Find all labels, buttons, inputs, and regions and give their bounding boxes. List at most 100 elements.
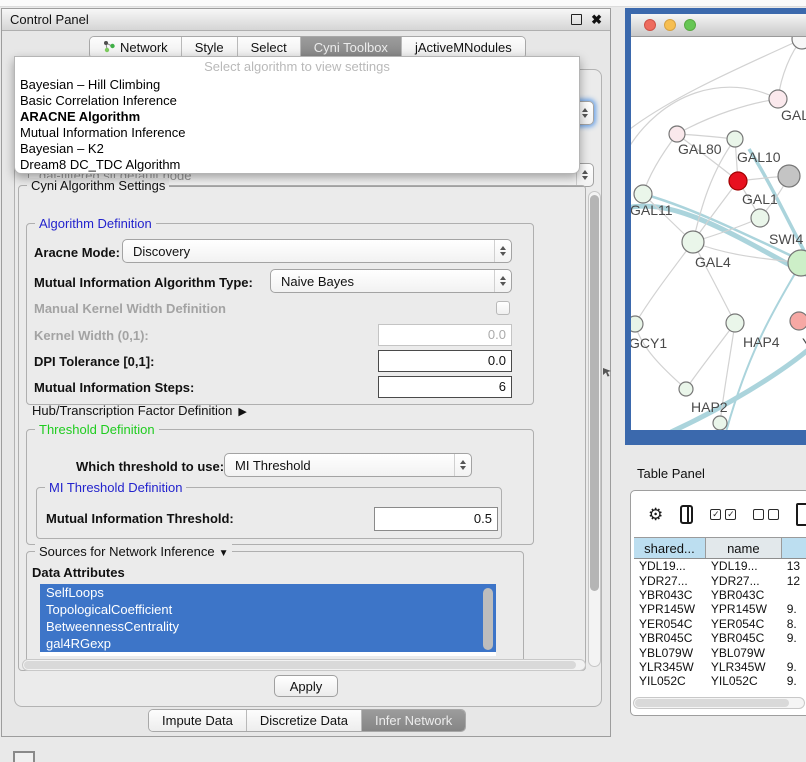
kernel-width-input[interactable]: 0.0: [378, 324, 512, 346]
network-window-titlebar[interactable]: [631, 14, 806, 37]
table-row[interactable]: YDR27...YDR27...12: [634, 573, 806, 587]
network-node-gal11[interactable]: [634, 185, 652, 203]
network-node-swi4[interactable]: [751, 209, 769, 227]
table-cell: YIL052C: [634, 674, 706, 688]
gear-icon[interactable]: ⚙: [648, 506, 663, 523]
mouse-cursor: [603, 367, 612, 377]
table-cell: YER054C: [706, 617, 782, 631]
table-cell: YBR045C: [634, 631, 706, 645]
table-row[interactable]: YBR043CYBR043C: [634, 588, 806, 602]
document-icon[interactable]: [796, 503, 806, 526]
threshold-definition-title: Threshold Definition: [35, 422, 159, 437]
column-header[interactable]: [782, 538, 806, 558]
manual-kernel-checkbox[interactable]: [496, 301, 510, 315]
close-icon[interactable]: ✖: [591, 15, 602, 24]
apply-button[interactable]: Apply: [274, 675, 338, 697]
dropdown-item[interactable]: Mutual Information Inference: [15, 125, 579, 141]
mi-threshold-group-title: MI Threshold Definition: [45, 480, 186, 495]
network-node-gal[interactable]: [769, 90, 787, 108]
hub-definition-expander[interactable]: Hub/Transcription Factor Definition▶: [32, 403, 247, 418]
tab-select[interactable]: Select: [238, 37, 301, 58]
table-cell: YLR345W: [634, 660, 706, 674]
network-node-gal4[interactable]: [682, 231, 704, 253]
node-label: GAL11: [631, 202, 673, 218]
network-node[interactable]: [713, 416, 727, 430]
column-header[interactable]: name: [706, 538, 782, 558]
attribute-item[interactable]: gal4RGexp: [40, 635, 496, 652]
tab-discretize-data[interactable]: Discretize Data: [247, 710, 362, 731]
dropdown-item[interactable]: Basic Correlation Inference: [15, 93, 579, 109]
expander-arrow-icon: ▶: [238, 405, 246, 418]
settings-vertical-scrollbar[interactable]: [588, 191, 601, 667]
network-node-gal10[interactable]: [727, 131, 743, 147]
manual-kernel-label: Manual Kernel Width Definition: [34, 301, 226, 316]
network-node[interactable]: [788, 250, 806, 276]
table-row[interactable]: YDL19...YDL19...13: [634, 559, 806, 573]
collapse-arrow-icon: ▼: [219, 548, 229, 559]
network-canvas[interactable]: GALGAL80GAL10GAL1GAL11SWI4GAL4GCY1HAP4YH…: [631, 37, 806, 430]
data-attributes-label: Data Attributes: [32, 565, 125, 580]
algorithm-definition-title: Algorithm Definition: [35, 216, 156, 231]
table-row[interactable]: YBR045CYBR045C9.: [634, 631, 806, 645]
close-traffic-light[interactable]: [644, 19, 656, 31]
table-cell: YPR145W: [706, 602, 782, 616]
zoom-traffic-light[interactable]: [684, 19, 696, 31]
columns-icon[interactable]: [680, 505, 693, 524]
panel-title: Control Panel: [10, 12, 571, 27]
network-node-y[interactable]: [790, 312, 806, 330]
node-table: shared...name YDL19...YDL19...13YDR27...…: [634, 537, 806, 689]
mi-type-combo[interactable]: Naive Bayes: [270, 269, 512, 293]
data-attributes-list[interactable]: SelfLoopsTopologicalCoefficientBetweenne…: [40, 584, 496, 656]
table-row[interactable]: YIL052CYIL052C9.: [634, 674, 806, 688]
aracne-mode-label: Aracne Mode:: [34, 245, 120, 260]
table-row[interactable]: YBL079WYBL079W: [634, 645, 806, 659]
network-node-gal1[interactable]: [729, 172, 747, 190]
network-node[interactable]: [778, 165, 800, 187]
deselect-all-columns-icon[interactable]: [753, 509, 779, 520]
network-view-window: GALGAL80GAL10GAL1GAL11SWI4GAL4GCY1HAP4YH…: [625, 8, 806, 445]
network-node-hap2[interactable]: [679, 382, 693, 396]
table-cell: YDR27...: [634, 574, 706, 588]
which-threshold-combo[interactable]: MI Threshold: [224, 453, 472, 477]
attribute-item[interactable]: TopologicalCoefficient: [40, 601, 496, 618]
table-panel-window: ⚙ ✓✓ shared...name YDL19...YDL19...13YDR…: [630, 490, 806, 716]
select-all-columns-icon[interactable]: ✓✓: [710, 509, 736, 520]
tab-jactivemnodules[interactable]: jActiveMNodules: [402, 37, 525, 58]
attributes-list-scrollbar[interactable]: [483, 588, 493, 650]
network-node-gal80[interactable]: [669, 126, 685, 142]
settings-horizontal-scrollbar[interactable]: [22, 659, 586, 671]
tab-impute-data[interactable]: Impute Data: [149, 710, 247, 731]
network-node-gcy1[interactable]: [631, 316, 643, 332]
table-row[interactable]: YLR345WYLR345W9.: [634, 660, 806, 674]
aracne-mode-combo[interactable]: Discovery: [122, 239, 512, 263]
sources-group-title[interactable]: Sources for Network Inference▼: [35, 544, 232, 559]
mi-steps-label: Mutual Information Steps:: [34, 380, 194, 395]
tab-style[interactable]: Style: [182, 37, 238, 58]
tab-cyni-toolbox[interactable]: Cyni Toolbox: [301, 37, 402, 58]
mi-threshold-input[interactable]: 0.5: [374, 507, 498, 531]
table-horizontal-scrollbar[interactable]: [633, 697, 805, 709]
network-node-hap4[interactable]: [726, 314, 744, 332]
table-cell: YBR043C: [634, 588, 706, 602]
cyni-toolbox-tabs: Impute DataDiscretize DataInfer Network: [148, 709, 466, 732]
table-row[interactable]: YER054CYER054C8.: [634, 617, 806, 631]
network-node[interactable]: [792, 37, 806, 49]
mi-steps-input[interactable]: 6: [378, 376, 512, 398]
column-header[interactable]: shared...: [634, 538, 706, 558]
table-row[interactable]: YPR145WYPR145W9.: [634, 602, 806, 616]
dropdown-item[interactable]: Bayesian – K2: [15, 141, 579, 157]
tab-infer-network[interactable]: Infer Network: [362, 710, 465, 731]
attribute-item[interactable]: SelfLoops: [40, 584, 496, 601]
dropdown-item[interactable]: Bayesian – Hill Climbing: [15, 77, 579, 93]
node-label: Y: [802, 335, 806, 351]
dropdown-item[interactable]: Dream8 DC_TDC Algorithm: [15, 157, 579, 173]
attribute-item[interactable]: BetweennessCentrality: [40, 618, 496, 635]
dpi-tolerance-input[interactable]: 0.0: [378, 350, 512, 372]
mi-type-label: Mutual Information Algorithm Type:: [34, 275, 253, 290]
minimize-traffic-light[interactable]: [664, 19, 676, 31]
dropdown-item[interactable]: ARACNE Algorithm: [15, 109, 579, 125]
tab-network[interactable]: Network: [90, 37, 182, 58]
dropdown-placeholder: Select algorithm to view settings: [15, 57, 579, 77]
minimized-panel-icon[interactable]: [13, 751, 35, 762]
float-icon[interactable]: [571, 14, 582, 25]
